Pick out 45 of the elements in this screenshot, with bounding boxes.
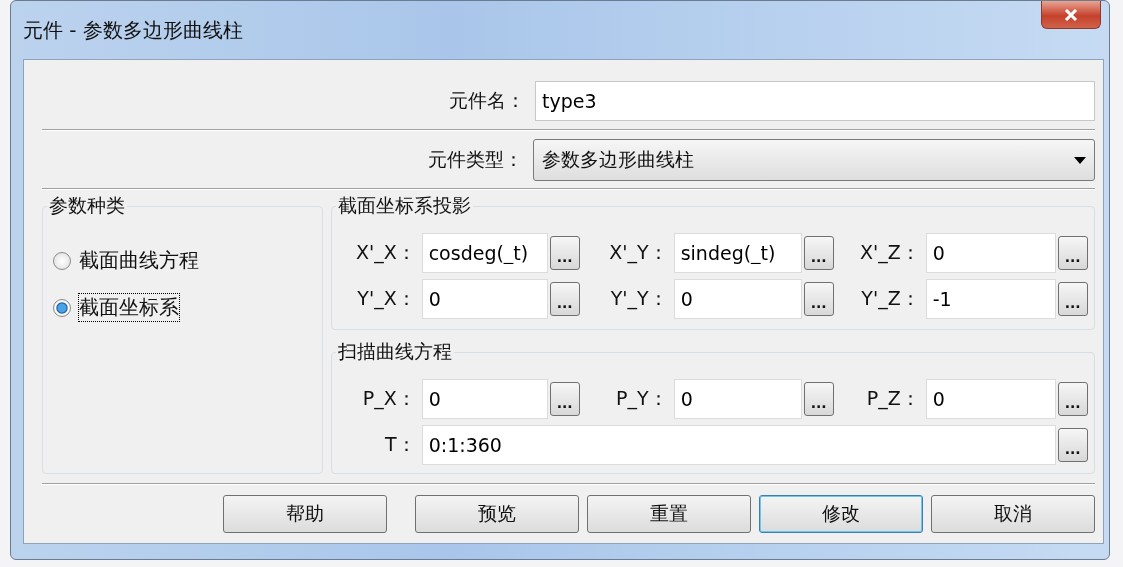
browse-button[interactable]: ... bbox=[1057, 382, 1088, 416]
field-label: T： bbox=[384, 432, 417, 457]
browse-button[interactable]: ... bbox=[1057, 282, 1088, 316]
input-field[interactable]: cosdeg(_t) bbox=[421, 233, 548, 273]
input-field[interactable]: 0 bbox=[673, 279, 802, 319]
browse-button[interactable]: ... bbox=[803, 236, 834, 270]
radio-option[interactable]: 截面坐标系 bbox=[53, 294, 322, 321]
browse-button[interactable]: ... bbox=[803, 382, 834, 416]
field-label: Y'_Y： bbox=[609, 286, 669, 312]
browse-button[interactable]: ... bbox=[1057, 428, 1088, 462]
radio-option[interactable]: 截面曲线方程 bbox=[53, 247, 322, 274]
input-field[interactable]: 0:1:360 bbox=[421, 425, 1056, 465]
close-button[interactable] bbox=[1041, 1, 1101, 29]
field-label: P_Y： bbox=[615, 386, 669, 412]
input-field[interactable]: 0 bbox=[925, 379, 1056, 419]
input-field[interactable]: -1 bbox=[925, 279, 1056, 319]
input-field[interactable]: 0 bbox=[673, 379, 802, 419]
field-label: X'_X： bbox=[354, 240, 417, 266]
browse-button[interactable]: ... bbox=[549, 236, 580, 270]
input-field[interactable]: 0 bbox=[925, 233, 1056, 273]
field-label: X'_Z： bbox=[858, 240, 921, 266]
browse-button[interactable]: ... bbox=[1057, 236, 1088, 270]
browse-button[interactable]: ... bbox=[549, 282, 580, 316]
field-label: P_Z： bbox=[865, 386, 921, 412]
close-icon bbox=[1064, 8, 1078, 21]
caret-icon bbox=[1074, 156, 1086, 164]
input-field[interactable]: 0 bbox=[421, 379, 548, 419]
name-field[interactable]: type3 bbox=[535, 81, 1095, 121]
field-label: 元件类型： bbox=[428, 147, 523, 172]
dialog-button[interactable]: 取消 bbox=[931, 495, 1095, 533]
input-field[interactable]: 0 bbox=[421, 279, 548, 319]
browse-button[interactable]: ... bbox=[803, 282, 834, 316]
field-label: Y'_Z： bbox=[860, 286, 921, 312]
dialog-button[interactable]: 修改 bbox=[759, 495, 923, 533]
dialog-button[interactable]: 预览 bbox=[415, 495, 579, 533]
type-dropdown[interactable]: 参数多边形曲线柱 bbox=[533, 139, 1095, 181]
field-label: 元件名： bbox=[449, 88, 525, 113]
field-label: Y'_X： bbox=[356, 286, 417, 312]
window-title: 元件 - 参数多边形曲线柱 bbox=[23, 16, 243, 44]
dialog-button[interactable]: 帮助 bbox=[223, 495, 387, 533]
browse-button[interactable]: ... bbox=[549, 382, 580, 416]
dialog-button[interactable]: 重置 bbox=[587, 495, 751, 533]
input-field[interactable]: sindeg(_t) bbox=[673, 233, 802, 273]
field-label: P_X： bbox=[361, 386, 417, 412]
field-label: X'_Y： bbox=[608, 240, 669, 266]
